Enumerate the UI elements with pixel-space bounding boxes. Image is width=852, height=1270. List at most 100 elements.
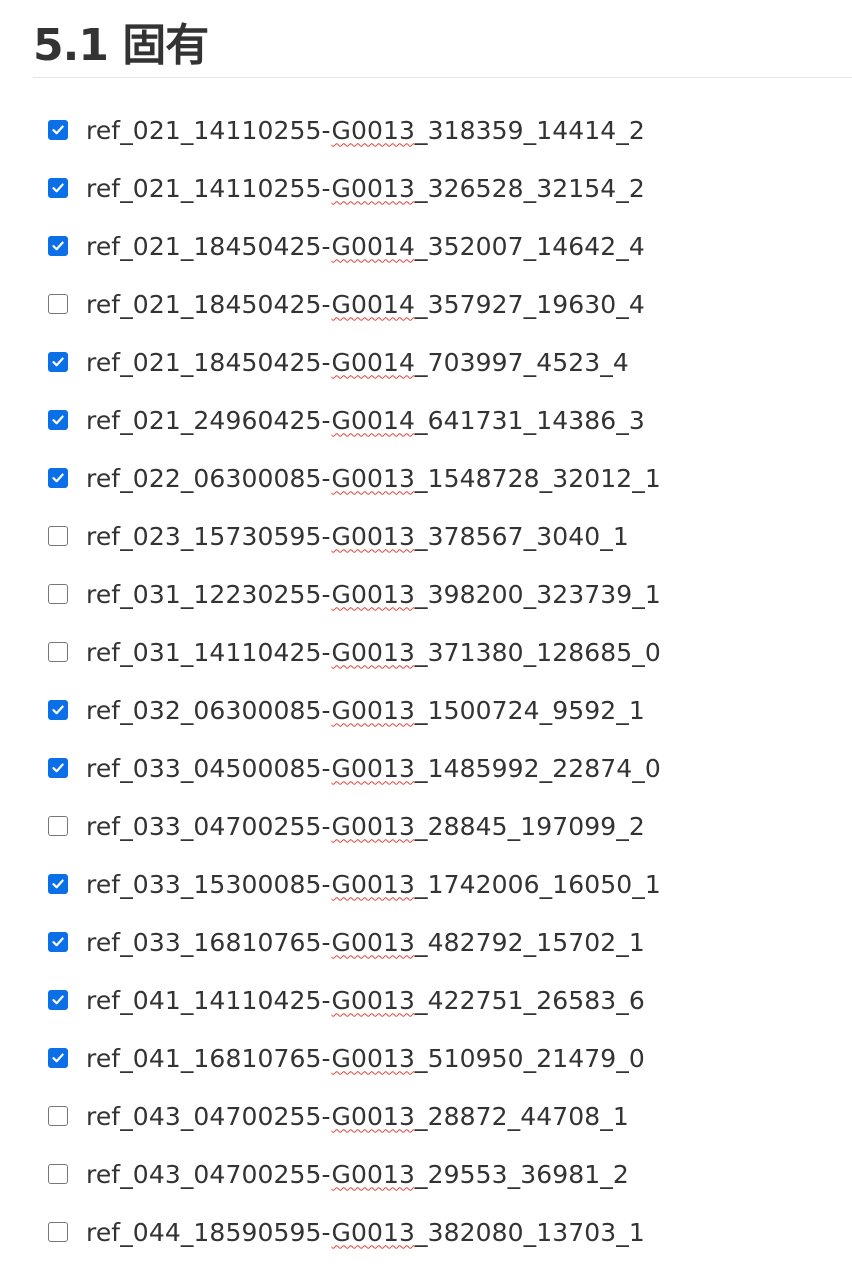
task-checkbox[interactable]: [48, 1048, 68, 1068]
task-checkbox[interactable]: [48, 816, 68, 836]
task-label: ref_021_14110255-G0013_326528_32154_2: [86, 174, 645, 203]
task-checkbox[interactable]: [48, 1222, 68, 1242]
task-label-suffix: _28845_197099_2: [415, 811, 645, 841]
task-list-item: ref_021_24960425-G0014_641731_14386_3: [48, 391, 661, 449]
task-label-prefix: ref_033_04700255-: [86, 811, 332, 841]
spellcheck-flagged-word: G0013: [331, 579, 416, 609]
checkmark-icon: [52, 705, 64, 715]
task-checkbox[interactable]: [48, 990, 68, 1010]
section-heading: 5.1 固有: [33, 20, 852, 78]
task-list-item: ref_033_15300085-G0013_1742006_16050_1: [48, 855, 661, 913]
spellcheck-flagged-word: G0013: [331, 463, 416, 493]
task-list: ref_021_14110255-G0013_318359_14414_2 ref…: [48, 101, 661, 1261]
task-list-item: ref_043_04700255-G0013_29553_36981_2: [48, 1145, 661, 1203]
task-label: ref_033_04500085-G0013_1485992_22874_0: [86, 754, 661, 783]
checkmark-icon: [52, 473, 64, 483]
spellcheck-flagged-word: G0013: [331, 927, 416, 957]
task-label: ref_041_14110425-G0013_422751_26583_6: [86, 986, 645, 1015]
task-label: ref_031_12230255-G0013_398200_323739_1: [86, 580, 661, 609]
task-checkbox[interactable]: [48, 642, 68, 662]
task-checkbox[interactable]: [48, 178, 68, 198]
spellcheck-flagged-word: G0013: [331, 173, 416, 203]
task-label-prefix: ref_033_15300085-: [86, 869, 332, 899]
spellcheck-flagged-word: G0013: [331, 1043, 416, 1073]
spellcheck-flagged-word: G0013: [331, 811, 416, 841]
task-label-prefix: ref_021_24960425-: [86, 405, 332, 435]
task-checkbox[interactable]: [48, 236, 68, 256]
task-label: ref_044_18590595-G0013_382080_13703_1: [86, 1218, 645, 1247]
task-label-suffix: _510950_21479_0: [415, 1043, 645, 1073]
checkmark-icon: [52, 241, 64, 251]
task-label-prefix: ref_023_15730595-: [86, 521, 332, 551]
task-list-item: ref_023_15730595-G0013_378567_3040_1: [48, 507, 661, 565]
task-checkbox[interactable]: [48, 526, 68, 546]
task-label-prefix: ref_033_04500085-: [86, 753, 332, 783]
task-list-item: ref_021_14110255-G0013_326528_32154_2: [48, 159, 661, 217]
task-label-suffix: _382080_13703_1: [415, 1217, 645, 1247]
checkmark-icon: [52, 763, 64, 773]
task-checkbox[interactable]: [48, 1106, 68, 1126]
task-checkbox[interactable]: [48, 468, 68, 488]
task-label: ref_021_18450425-G0014_352007_14642_4: [86, 232, 645, 261]
task-label-suffix: _422751_26583_6: [415, 985, 645, 1015]
task-label-suffix: _371380_128685_0: [415, 637, 661, 667]
task-label-prefix: ref_021_18450425-: [86, 347, 332, 377]
task-label-suffix: _1742006_16050_1: [415, 869, 661, 899]
task-label-prefix: ref_041_16810765-: [86, 1043, 332, 1073]
task-label: ref_023_15730595-G0013_378567_3040_1: [86, 522, 629, 551]
task-list-item: ref_021_18450425-G0014_703997_4523_4: [48, 333, 661, 391]
task-label-suffix: _378567_3040_1: [415, 521, 629, 551]
task-label: ref_021_24960425-G0014_641731_14386_3: [86, 406, 645, 435]
task-label: ref_022_06300085-G0013_1548728_32012_1: [86, 464, 661, 493]
spellcheck-flagged-word: G0014: [331, 289, 416, 319]
spellcheck-flagged-word: G0013: [331, 695, 416, 725]
task-checkbox[interactable]: [48, 410, 68, 430]
task-label-prefix: ref_021_14110255-: [86, 115, 332, 145]
task-label-suffix: _1485992_22874_0: [415, 753, 661, 783]
task-label: ref_021_18450425-G0014_357927_19630_4: [86, 290, 645, 319]
task-label: ref_041_16810765-G0013_510950_21479_0: [86, 1044, 645, 1073]
task-label-prefix: ref_031_12230255-: [86, 579, 332, 609]
task-label-prefix: ref_043_04700255-: [86, 1101, 332, 1131]
checkmark-icon: [52, 125, 64, 135]
task-label: ref_033_16810765-G0013_482792_15702_1: [86, 928, 645, 957]
spellcheck-flagged-word: G0014: [331, 405, 416, 435]
spellcheck-flagged-word: G0013: [331, 753, 416, 783]
task-label-suffix: _398200_323739_1: [415, 579, 661, 609]
task-checkbox[interactable]: [48, 584, 68, 604]
task-label-prefix: ref_022_06300085-: [86, 463, 332, 493]
task-label: ref_033_15300085-G0013_1742006_16050_1: [86, 870, 661, 899]
spellcheck-flagged-word: G0014: [331, 231, 416, 261]
task-checkbox[interactable]: [48, 700, 68, 720]
checkmark-icon: [52, 879, 64, 889]
spellcheck-flagged-word: G0013: [331, 985, 416, 1015]
task-checkbox[interactable]: [48, 932, 68, 952]
spellcheck-flagged-word: G0013: [331, 1159, 416, 1189]
task-checkbox[interactable]: [48, 120, 68, 140]
task-label-prefix: ref_031_14110425-: [86, 637, 332, 667]
task-checkbox[interactable]: [48, 874, 68, 894]
task-label: ref_021_14110255-G0013_318359_14414_2: [86, 116, 645, 145]
spellcheck-flagged-word: G0013: [331, 869, 416, 899]
task-list-item: ref_021_18450425-G0014_357927_19630_4: [48, 275, 661, 333]
spellcheck-flagged-word: G0013: [331, 1101, 416, 1131]
task-label: ref_032_06300085-G0013_1500724_9592_1: [86, 696, 645, 725]
task-checkbox[interactable]: [48, 758, 68, 778]
task-list-item: ref_031_14110425-G0013_371380_128685_0: [48, 623, 661, 681]
task-label-prefix: ref_033_16810765-: [86, 927, 332, 957]
task-checkbox[interactable]: [48, 352, 68, 372]
checkmark-icon: [52, 937, 64, 947]
task-label-suffix: _703997_4523_4: [415, 347, 629, 377]
task-label: ref_043_04700255-G0013_29553_36981_2: [86, 1160, 629, 1189]
task-label-suffix: _357927_19630_4: [415, 289, 645, 319]
task-label-suffix: _1500724_9592_1: [415, 695, 645, 725]
checkmark-icon: [52, 995, 64, 1005]
spellcheck-flagged-word: G0014: [331, 347, 416, 377]
task-checkbox[interactable]: [48, 294, 68, 314]
checkmark-icon: [52, 357, 64, 367]
task-label-prefix: ref_021_18450425-: [86, 289, 332, 319]
checkmark-icon: [52, 1053, 64, 1063]
task-label-prefix: ref_044_18590595-: [86, 1217, 332, 1247]
task-label-suffix: _352007_14642_4: [415, 231, 645, 261]
task-checkbox[interactable]: [48, 1164, 68, 1184]
